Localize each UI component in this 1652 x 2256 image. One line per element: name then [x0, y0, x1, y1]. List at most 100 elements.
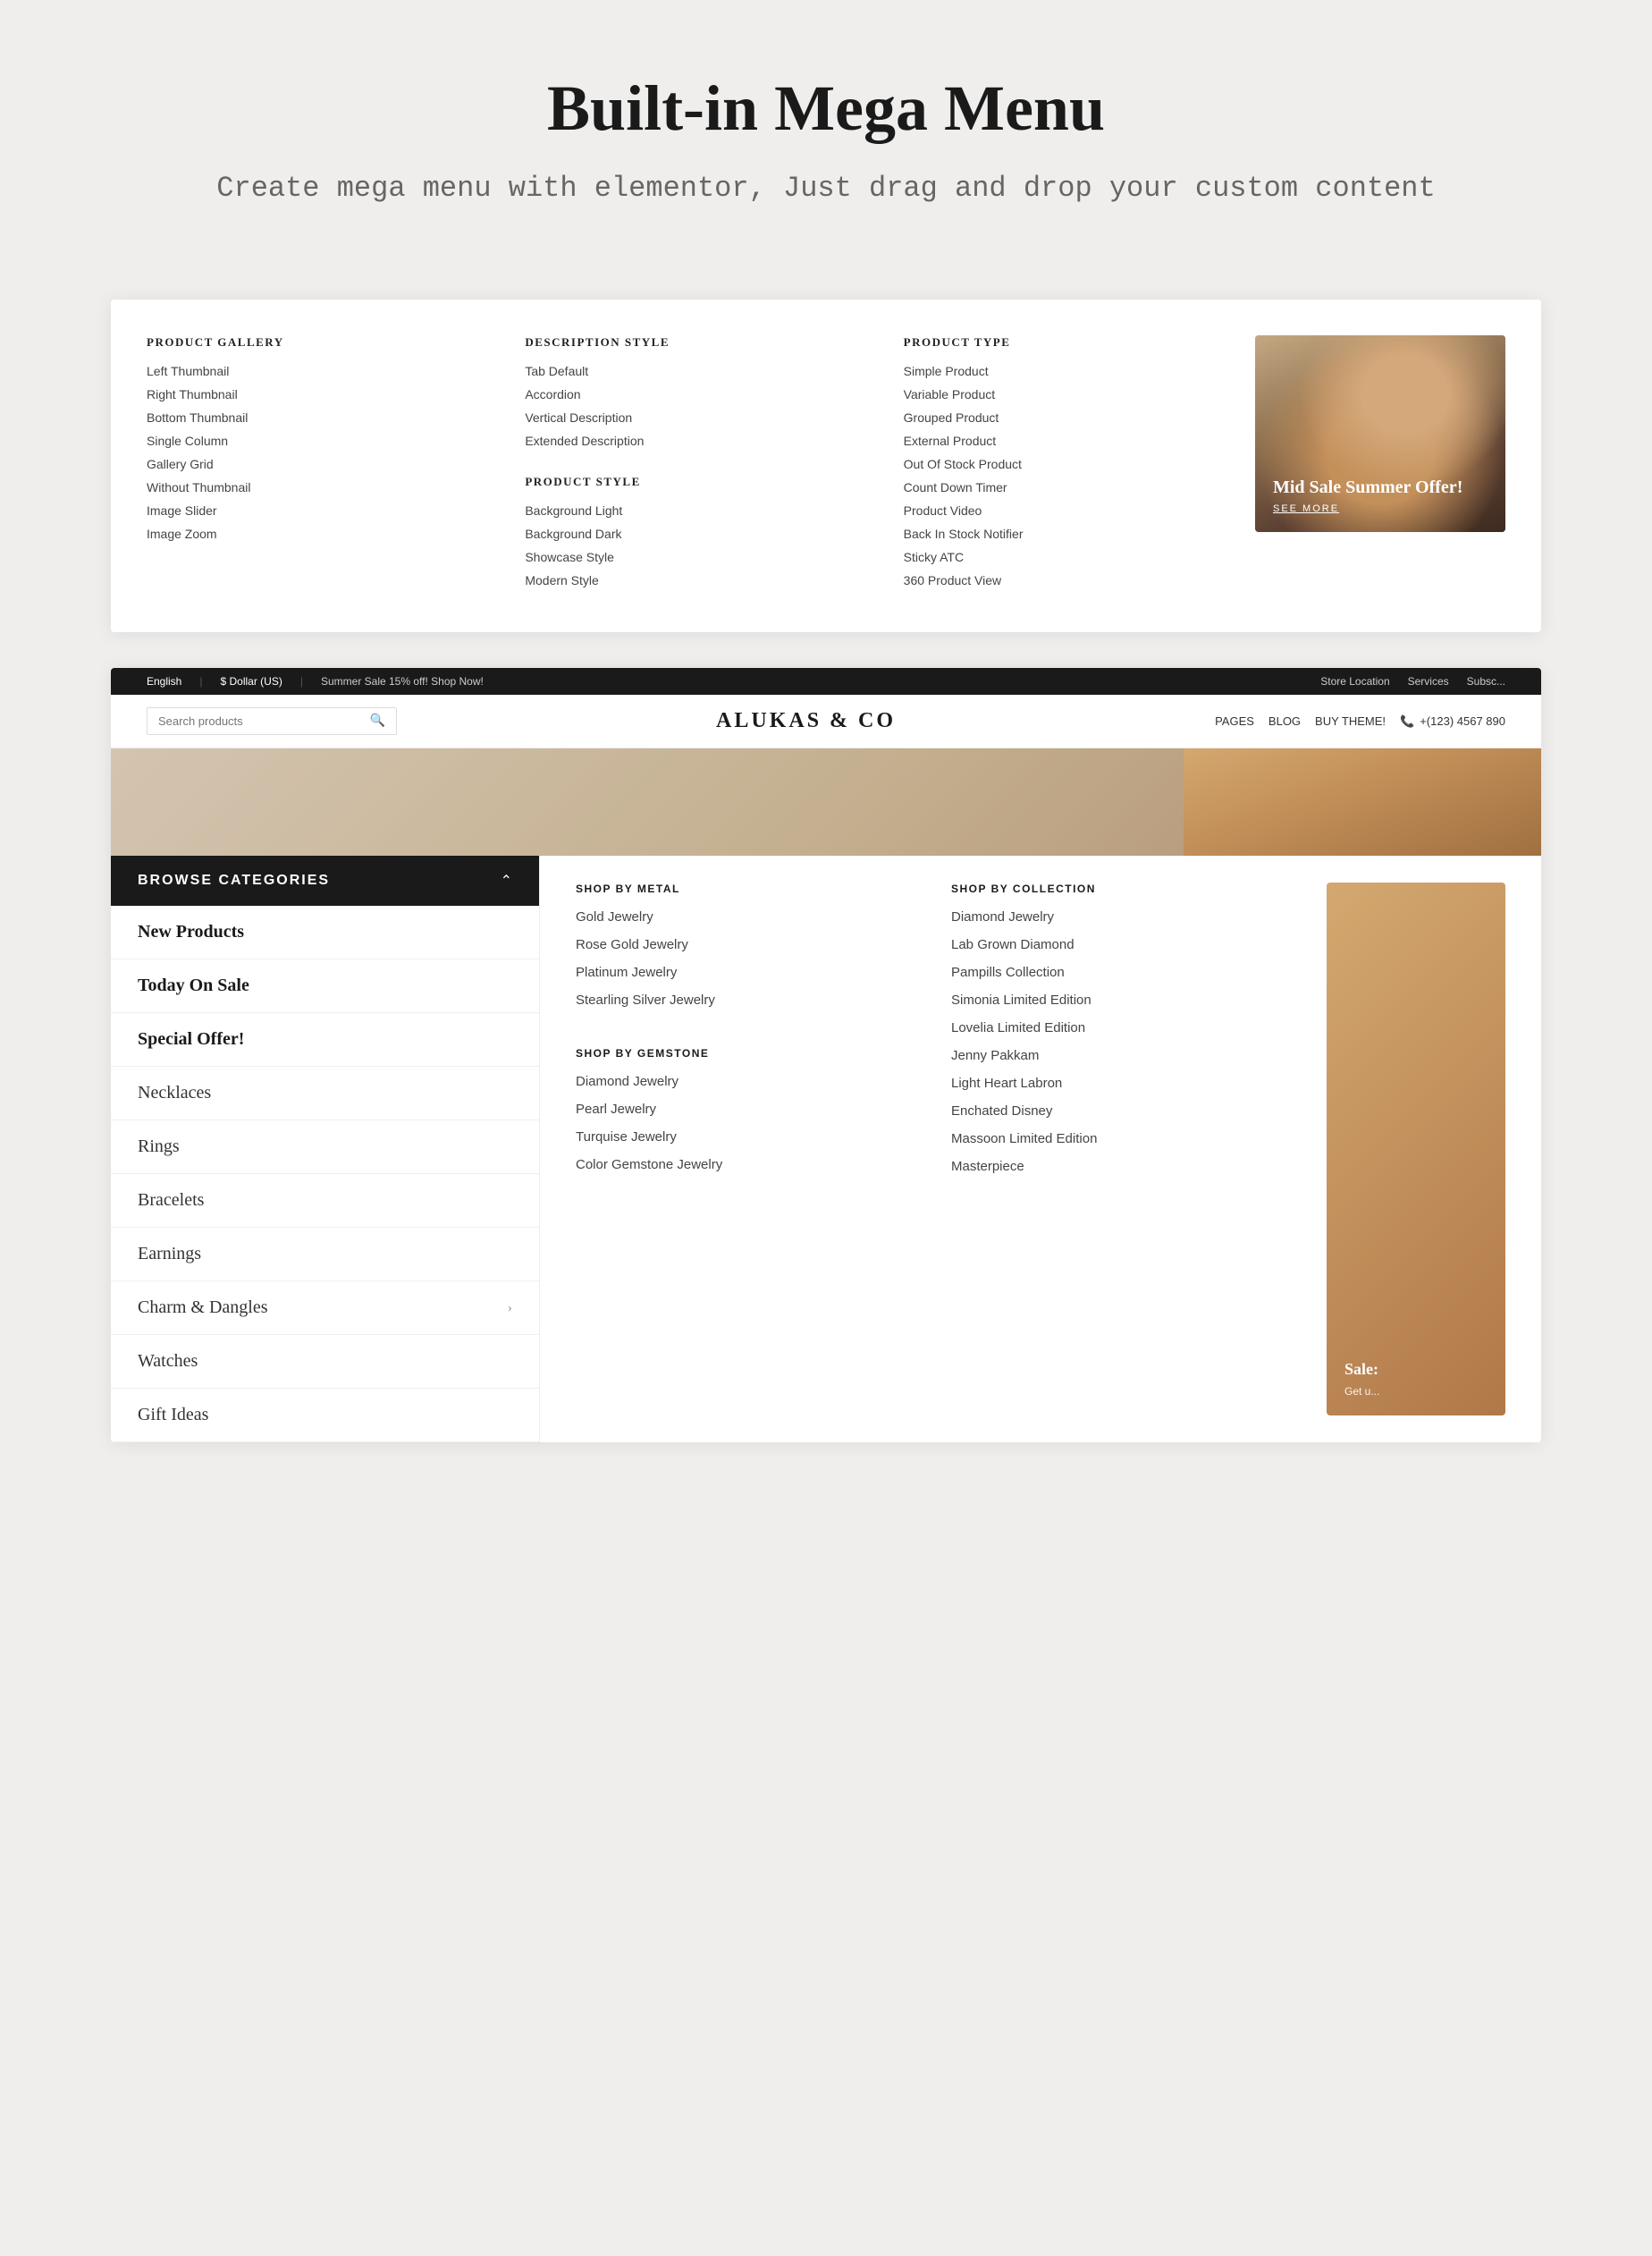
dropdown-item-sterling-silver[interactable]: Stearling Silver Jewelry — [576, 993, 915, 1008]
dropdown-item-color-gemstone[interactable]: Color Gemstone Jewelry — [576, 1157, 915, 1172]
nav-blog[interactable]: BLOG — [1268, 714, 1301, 728]
search-bar[interactable]: 🔍 — [147, 707, 397, 735]
menu-item-image-zoom[interactable]: Image Zoom — [147, 527, 471, 541]
menu-item-single-column[interactable]: Single Column — [147, 434, 471, 448]
menu-item-gallery-grid[interactable]: Gallery Grid — [147, 457, 471, 471]
menu-item-product-video[interactable]: Product Video — [904, 503, 1228, 518]
chevron-right-icon: › — [508, 1300, 512, 1316]
sidebar-item-watches[interactable]: Watches — [111, 1335, 539, 1389]
menu-item-background-dark[interactable]: Background Dark — [525, 527, 849, 541]
sidebar-item-label: Special Offer! — [138, 1029, 244, 1050]
sidebar-item-label: Necklaces — [138, 1083, 211, 1103]
spacer — [525, 457, 849, 475]
dropdown-item-light-heart[interactable]: Light Heart Labron — [951, 1076, 1291, 1091]
menu-item-showcase-style[interactable]: Showcase Style — [525, 550, 849, 564]
product-gallery-column: PRODUCT GALLERY Left Thumbnail Right Thu… — [147, 335, 498, 596]
menu-item-image-slider[interactable]: Image Slider — [147, 503, 471, 518]
menu-item-modern-style[interactable]: Modern Style — [525, 573, 849, 587]
sidebar-item-today-on-sale[interactable]: Today On Sale — [111, 959, 539, 1013]
sidebar-item-gift-ideas[interactable]: Gift Ideas — [111, 1389, 539, 1442]
menu-item-left-thumbnail[interactable]: Left Thumbnail — [147, 364, 471, 378]
sidebar-item-special-offer[interactable]: Special Offer! — [111, 1013, 539, 1067]
menu-item-variable-product[interactable]: Variable Product — [904, 387, 1228, 401]
sidebar-item-label: Watches — [138, 1351, 198, 1372]
dropdown-item-diamond-jewelry-col[interactable]: Diamond Jewelry — [951, 909, 1291, 925]
hero-subtitle: Create mega menu with elementor, Just dr… — [36, 167, 1616, 210]
phone-icon: 📞 — [1400, 714, 1414, 729]
sidebar-item-bracelets[interactable]: Bracelets — [111, 1174, 539, 1228]
sale-badge: Mid Sale Summer Offer! SEE MORE — [1273, 477, 1462, 514]
sidebar-item-label: Rings — [138, 1136, 180, 1157]
mega-menu-body: BROWSE CATEGORIES ⌃ New Products Today O… — [111, 856, 1541, 1442]
dropdown-item-rose-gold-jewelry[interactable]: Rose Gold Jewelry — [576, 937, 915, 952]
menu-item-accordion[interactable]: Accordion — [525, 387, 849, 401]
dropdown-item-pampills[interactable]: Pampills Collection — [951, 965, 1291, 980]
description-style-header: DESCRIPTION STYLE — [525, 335, 849, 350]
sidebar-item-charm-dangles[interactable]: Charm & Dangles › — [111, 1281, 539, 1335]
sidebar-item-necklaces[interactable]: Necklaces — [111, 1067, 539, 1120]
menu-item-360-view[interactable]: 360 Product View — [904, 573, 1228, 587]
dropdown-item-masterpiece[interactable]: Masterpiece — [951, 1159, 1291, 1174]
sidebar-item-label: Today On Sale — [138, 976, 249, 996]
currency-selector[interactable]: $ Dollar (US) — [220, 675, 282, 688]
shop-by-gemstone-header: SHOP BY GEMSTONE — [576, 1047, 915, 1060]
search-input[interactable] — [158, 714, 363, 728]
menu-item-without-thumbnail[interactable]: Without Thumbnail — [147, 480, 471, 494]
menu-item-grouped-product[interactable]: Grouped Product — [904, 410, 1228, 425]
chevron-up-icon: ⌃ — [501, 872, 512, 890]
menu-item-right-thumbnail[interactable]: Right Thumbnail — [147, 387, 471, 401]
dropdown-item-lab-grown[interactable]: Lab Grown Diamond — [951, 937, 1291, 952]
nav-right: PAGES BLOG BUY THEME! 📞 +(123) 4567 890 — [1215, 714, 1505, 729]
menu-item-background-light[interactable]: Background Light — [525, 503, 849, 518]
phone-number: +(123) 4567 890 — [1420, 714, 1505, 728]
product-gallery-header: PRODUCT GALLERY — [147, 335, 471, 350]
menu-item-simple-product[interactable]: Simple Product — [904, 364, 1228, 378]
menu-item-countdown-timer[interactable]: Count Down Timer — [904, 480, 1228, 494]
menu-item-extended-description[interactable]: Extended Description — [525, 434, 849, 448]
sidebar-item-earnings[interactable]: Earnings — [111, 1228, 539, 1281]
dropdown-item-massoon[interactable]: Massoon Limited Edition — [951, 1131, 1291, 1146]
language-selector[interactable]: English — [147, 675, 181, 688]
sale-image: Mid Sale Summer Offer! SEE MORE — [1255, 335, 1505, 532]
promo-text: Summer Sale 15% off! Shop Now! — [321, 675, 484, 688]
topbar-left: English | $ Dollar (US) | Summer Sale 15… — [147, 675, 484, 688]
sale-panel-title: Sale: — [1344, 1359, 1488, 1380]
dropdown-item-lovelia[interactable]: Lovelia Limited Edition — [951, 1020, 1291, 1035]
phone-button[interactable]: 📞 +(123) 4567 890 — [1400, 714, 1505, 729]
dropdown-item-gold-jewelry[interactable]: Gold Jewelry — [576, 909, 915, 925]
menu-item-tab-default[interactable]: Tab Default — [525, 364, 849, 378]
dropdown-item-enchated-disney[interactable]: Enchated Disney — [951, 1103, 1291, 1119]
sidebar-header-text: BROWSE CATEGORIES — [138, 873, 330, 889]
sidebar-item-label: Bracelets — [138, 1190, 204, 1211]
menu-item-out-of-stock[interactable]: Out Of Stock Product — [904, 457, 1228, 471]
sidebar-item-rings[interactable]: Rings — [111, 1120, 539, 1174]
menu-item-back-in-stock[interactable]: Back In Stock Notifier — [904, 527, 1228, 541]
sale-see-more-link[interactable]: SEE MORE — [1273, 503, 1462, 514]
store-location-link[interactable]: Store Location — [1320, 675, 1389, 688]
product-type-header: PRODUCT TYPE — [904, 335, 1228, 350]
dropdown-panel: SHOP BY METAL Gold Jewelry Rose Gold Jew… — [540, 856, 1541, 1442]
hero-bg-area — [111, 748, 1541, 856]
menu-item-sticky-atc[interactable]: Sticky ATC — [904, 550, 1228, 564]
menu-item-external-product[interactable]: External Product — [904, 434, 1228, 448]
nav-buy-theme[interactable]: BUY THEME! — [1315, 714, 1386, 728]
sidebar-item-new-products[interactable]: New Products — [111, 906, 539, 959]
dropdown-item-simonia[interactable]: Simonia Limited Edition — [951, 993, 1291, 1008]
hero-bg-image — [1184, 748, 1541, 856]
subscribe-link[interactable]: Subsc... — [1467, 675, 1505, 688]
menu-item-vertical-description[interactable]: Vertical Description — [525, 410, 849, 425]
services-link[interactable]: Services — [1408, 675, 1449, 688]
navbar: 🔍 ALUKAS & CO PAGES BLOG BUY THEME! 📞 +(… — [111, 695, 1541, 748]
dropdown-item-diamond-jewelry-gem[interactable]: Diamond Jewelry — [576, 1074, 915, 1089]
dropdown-item-platinum-jewelry[interactable]: Platinum Jewelry — [576, 965, 915, 980]
shop-by-collection-col: SHOP BY COLLECTION Diamond Jewelry Lab G… — [951, 883, 1291, 1415]
dropdown-item-pearl-jewelry[interactable]: Pearl Jewelry — [576, 1102, 915, 1117]
dropdown-item-jenny-pakkam[interactable]: Jenny Pakkam — [951, 1048, 1291, 1063]
nav-pages[interactable]: PAGES — [1215, 714, 1254, 728]
product-type-column: PRODUCT TYPE Simple Product Variable Pro… — [877, 335, 1255, 596]
mega-menu-inner: PRODUCT GALLERY Left Thumbnail Right Thu… — [147, 335, 1505, 596]
sale-panel[interactable]: Sale: Get u... — [1327, 883, 1505, 1415]
menu-item-bottom-thumbnail[interactable]: Bottom Thumbnail — [147, 410, 471, 425]
dropdown-item-turquoise-jewelry[interactable]: Turquise Jewelry — [576, 1129, 915, 1145]
topbar-right: Store Location Services Subsc... — [1320, 675, 1505, 688]
